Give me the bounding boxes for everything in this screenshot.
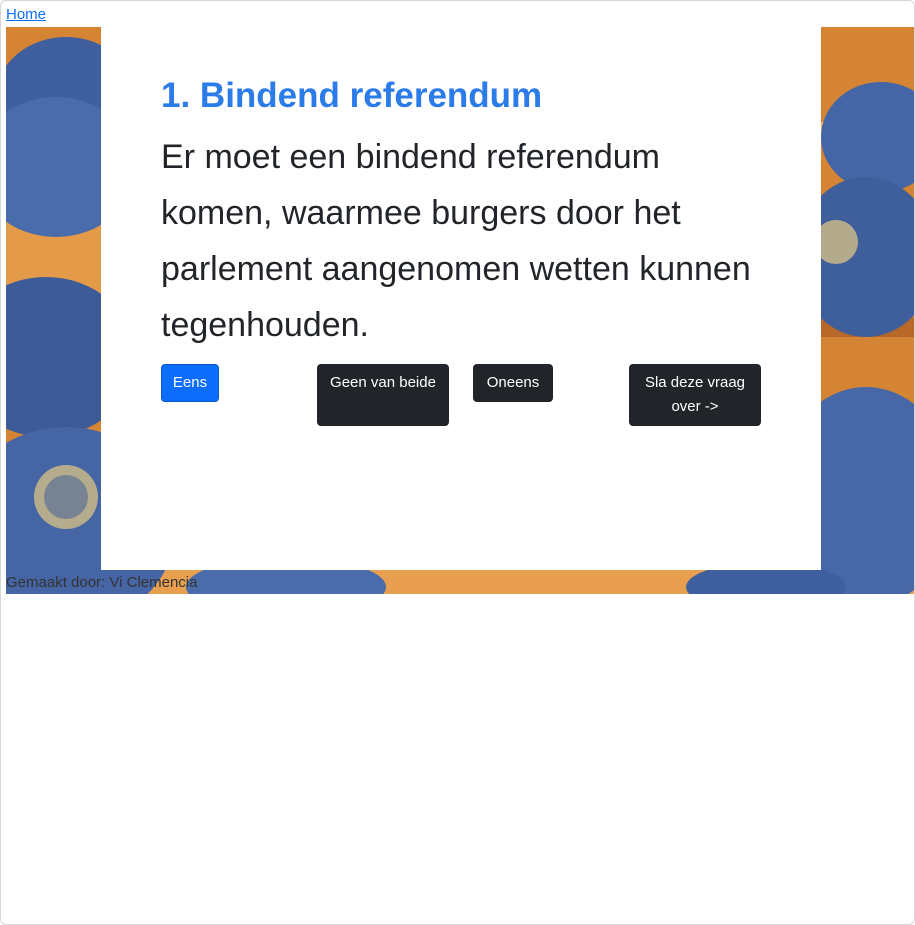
author-credit: Gemaakt door: Vi Clemencia (6, 574, 198, 591)
home-link[interactable]: Home (6, 6, 46, 24)
hero-background: 1. Bindend referendum Er moet een binden… (6, 27, 914, 594)
browser-frame: Home 1. Bindend referendum Er moet een b… (0, 0, 915, 925)
neutral-button[interactable]: Geen van beide (317, 364, 449, 426)
question-statement: Er moet een bindend referendum komen, wa… (161, 138, 751, 344)
skip-question-button[interactable]: Sla deze vraag over -> (629, 364, 761, 426)
question-title: 1. Bindend referendum (161, 76, 543, 115)
question-card: 1. Bindend referendum Er moet een binden… (101, 27, 821, 570)
disagree-button[interactable]: Oneens (473, 364, 553, 402)
agree-button[interactable]: Eens (161, 364, 219, 402)
